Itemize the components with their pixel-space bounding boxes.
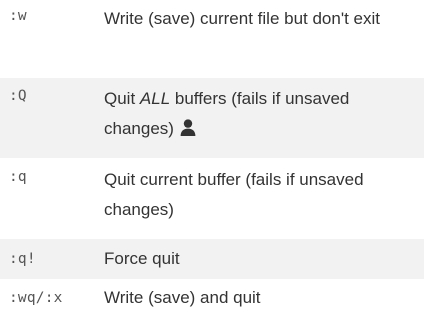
table-row: :q Quit current buffer (fails if unsaved… [0, 158, 424, 239]
command-cell: :q [9, 169, 27, 185]
user-icon [180, 119, 196, 136]
vim-command-table: :w Write (save) current file but don't e… [0, 0, 424, 318]
description-cell: Write (save) current file but don't exit [104, 9, 380, 28]
description-cell: Force quit [104, 249, 180, 268]
command-cell: :Q [9, 88, 27, 104]
table-row: :wq/:x Write (save) and quit [0, 279, 424, 318]
command-cell: :w [9, 8, 27, 24]
description-cell: Write (save) and quit [104, 288, 261, 307]
description-cell: Quit ALL buffers (fails if unsaved chang… [104, 84, 420, 144]
command-cell: :q! [9, 251, 36, 267]
table-row: :Q Quit ALL buffers (fails if unsaved ch… [0, 78, 424, 158]
description-text: Quit [104, 89, 140, 108]
table-row: :w Write (save) current file but don't e… [0, 0, 424, 78]
table-row: :q! Force quit [0, 239, 424, 279]
description-cell: Quit current buffer (fails if unsaved ch… [104, 170, 364, 219]
command-cell: :wq/:x [9, 290, 63, 306]
description-emphasis: ALL [139, 89, 171, 108]
